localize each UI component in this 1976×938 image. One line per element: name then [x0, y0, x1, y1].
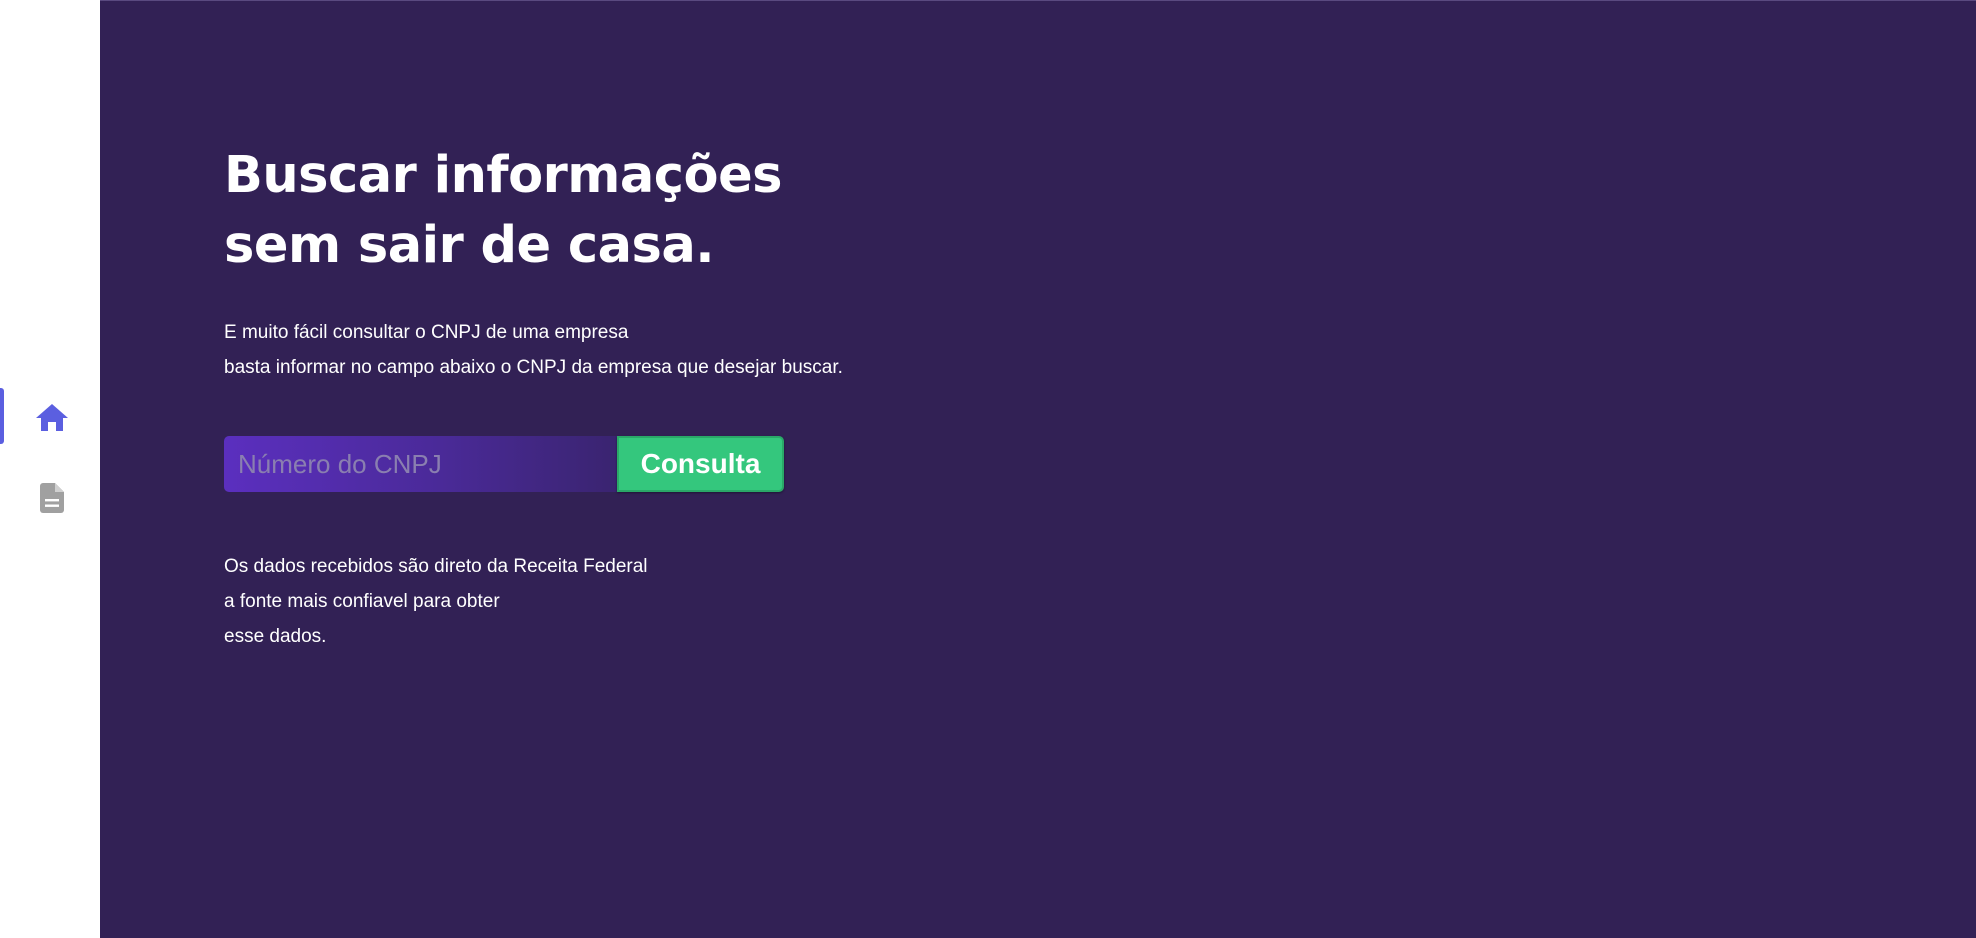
- source-info-line-2: a fonte mais confiavel para obter: [224, 591, 500, 612]
- sidebar: [0, 0, 100, 938]
- document-icon: [39, 482, 65, 514]
- home-icon: [35, 402, 69, 432]
- source-info-line-3: esse dados.: [224, 626, 327, 647]
- hero-content: Buscar informações sem sair de casa. E m…: [224, 141, 1124, 647]
- consulta-button[interactable]: Consulta: [617, 436, 784, 492]
- page-title: Buscar informações sem sair de casa.: [224, 141, 984, 281]
- intro-text: E muito fácil consultar o CNPJ de uma em…: [224, 315, 1124, 385]
- sidebar-item-documents[interactable]: [28, 474, 76, 522]
- app-window: Buscar informações sem sair de casa. E m…: [0, 0, 1976, 938]
- page-title-line-2: sem sair de casa.: [224, 216, 715, 275]
- intro-line-2: basta informar no campo abaixo o CNPJ da…: [224, 357, 843, 378]
- source-info-line-1: Os dados recebidos são direto da Receita…: [224, 556, 648, 577]
- page-title-line-1: Buscar informações: [224, 146, 783, 205]
- source-info-text: Os dados recebidos são direto da Receita…: [224, 549, 648, 654]
- intro-line-1: E muito fácil consultar o CNPJ de uma em…: [224, 322, 629, 343]
- cnpj-search-form: Consulta: [224, 436, 784, 492]
- main-panel: Buscar informações sem sair de casa. E m…: [100, 0, 1976, 938]
- sidebar-item-home[interactable]: [28, 393, 76, 441]
- active-nav-indicator: [0, 388, 4, 444]
- cnpj-input[interactable]: [224, 436, 617, 492]
